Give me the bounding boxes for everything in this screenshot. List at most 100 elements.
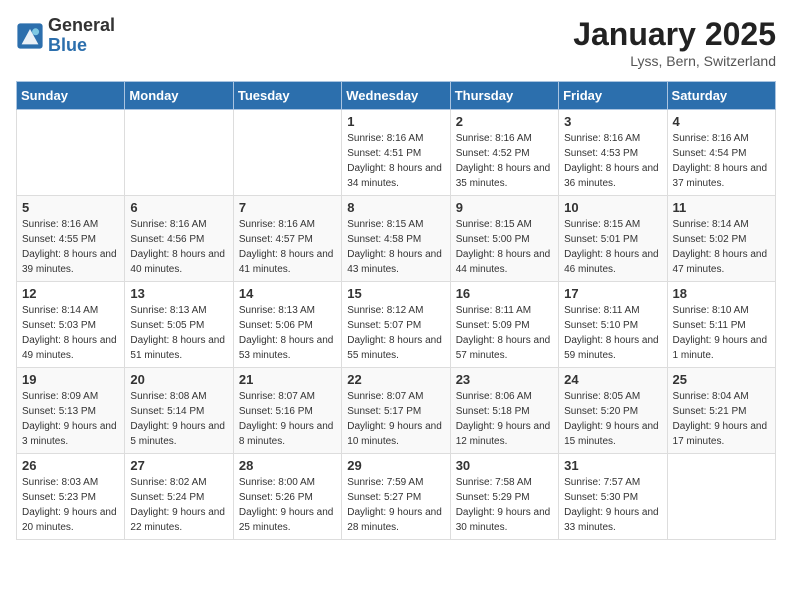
month-title: January 2025 [573, 16, 776, 53]
calendar-cell: 14 Sunrise: 8:13 AMSunset: 5:06 PMDayligh… [233, 282, 341, 368]
day-number: 31 [564, 458, 661, 473]
day-number: 30 [456, 458, 553, 473]
weekday-header: Monday [125, 82, 233, 110]
calendar-cell: 29 Sunrise: 7:59 AMSunset: 5:27 PMDayligh… [342, 454, 450, 540]
calendar-cell: 16 Sunrise: 8:11 AMSunset: 5:09 PMDayligh… [450, 282, 558, 368]
weekday-header: Sunday [17, 82, 125, 110]
day-number: 12 [22, 286, 119, 301]
calendar-cell: 28 Sunrise: 8:00 AMSunset: 5:26 PMDayligh… [233, 454, 341, 540]
day-info: Sunrise: 8:16 AMSunset: 4:51 PMDaylight:… [347, 131, 444, 191]
day-number: 19 [22, 372, 119, 387]
calendar-cell: 9 Sunrise: 8:15 AMSunset: 5:00 PMDaylight… [450, 196, 558, 282]
day-info: Sunrise: 8:14 AMSunset: 5:02 PMDaylight:… [673, 217, 770, 277]
day-number: 22 [347, 372, 444, 387]
day-info: Sunrise: 8:16 AMSunset: 4:57 PMDaylight:… [239, 217, 336, 277]
day-number: 13 [130, 286, 227, 301]
calendar-cell [233, 110, 341, 196]
day-info: Sunrise: 8:15 AMSunset: 5:00 PMDaylight:… [456, 217, 553, 277]
day-info: Sunrise: 8:07 AMSunset: 5:16 PMDaylight:… [239, 389, 336, 449]
day-number: 10 [564, 200, 661, 215]
calendar-cell: 12 Sunrise: 8:14 AMSunset: 5:03 PMDayligh… [17, 282, 125, 368]
day-number: 21 [239, 372, 336, 387]
calendar-cell: 21 Sunrise: 8:07 AMSunset: 5:16 PMDayligh… [233, 368, 341, 454]
weekday-header: Friday [559, 82, 667, 110]
calendar-cell: 15 Sunrise: 8:12 AMSunset: 5:07 PMDayligh… [342, 282, 450, 368]
day-info: Sunrise: 8:04 AMSunset: 5:21 PMDaylight:… [673, 389, 770, 449]
day-number: 28 [239, 458, 336, 473]
calendar-cell: 23 Sunrise: 8:06 AMSunset: 5:18 PMDayligh… [450, 368, 558, 454]
calendar-week-row: 26 Sunrise: 8:03 AMSunset: 5:23 PMDayligh… [17, 454, 776, 540]
day-number: 14 [239, 286, 336, 301]
day-number: 16 [456, 286, 553, 301]
day-number: 8 [347, 200, 444, 215]
calendar-cell: 3 Sunrise: 8:16 AMSunset: 4:53 PMDaylight… [559, 110, 667, 196]
day-number: 15 [347, 286, 444, 301]
day-info: Sunrise: 7:57 AMSunset: 5:30 PMDaylight:… [564, 475, 661, 535]
day-number: 23 [456, 372, 553, 387]
day-number: 25 [673, 372, 770, 387]
day-info: Sunrise: 8:06 AMSunset: 5:18 PMDaylight:… [456, 389, 553, 449]
weekday-header: Wednesday [342, 82, 450, 110]
calendar-cell: 18 Sunrise: 8:10 AMSunset: 5:11 PMDayligh… [667, 282, 775, 368]
calendar-week-row: 12 Sunrise: 8:14 AMSunset: 5:03 PMDayligh… [17, 282, 776, 368]
day-number: 27 [130, 458, 227, 473]
calendar-cell: 20 Sunrise: 8:08 AMSunset: 5:14 PMDayligh… [125, 368, 233, 454]
day-info: Sunrise: 8:05 AMSunset: 5:20 PMDaylight:… [564, 389, 661, 449]
calendar-cell: 26 Sunrise: 8:03 AMSunset: 5:23 PMDayligh… [17, 454, 125, 540]
day-info: Sunrise: 8:13 AMSunset: 5:05 PMDaylight:… [130, 303, 227, 363]
day-number: 29 [347, 458, 444, 473]
day-info: Sunrise: 8:07 AMSunset: 5:17 PMDaylight:… [347, 389, 444, 449]
logo-icon [16, 22, 44, 50]
calendar-cell: 1Sunrise: 8:16 AMSunset: 4:51 PMDaylight… [342, 110, 450, 196]
calendar-week-row: 19Sunrise: 8:09 AMSunset: 5:13 PMDayligh… [17, 368, 776, 454]
calendar-cell [667, 454, 775, 540]
day-number: 3 [564, 114, 661, 129]
calendar-cell: 25 Sunrise: 8:04 AMSunset: 5:21 PMDayligh… [667, 368, 775, 454]
logo-text: General Blue [48, 16, 115, 56]
logo: General Blue [16, 16, 115, 56]
weekday-header: Saturday [667, 82, 775, 110]
calendar-cell: 13 Sunrise: 8:13 AMSunset: 5:05 PMDayligh… [125, 282, 233, 368]
day-info: Sunrise: 8:03 AMSunset: 5:23 PMDaylight:… [22, 475, 119, 535]
day-number: 26 [22, 458, 119, 473]
logo-general: General [48, 16, 115, 36]
day-info: Sunrise: 8:16 AMSunset: 4:54 PMDaylight:… [673, 131, 770, 191]
day-number: 2 [456, 114, 553, 129]
day-info: Sunrise: 8:11 AMSunset: 5:09 PMDaylight:… [456, 303, 553, 363]
calendar-cell [125, 110, 233, 196]
title-section: January 2025 Lyss, Bern, Switzerland [573, 16, 776, 69]
day-number: 5 [22, 200, 119, 215]
calendar-table: SundayMondayTuesdayWednesdayThursdayFrid… [16, 81, 776, 540]
day-number: 9 [456, 200, 553, 215]
page-header: General Blue January 2025 Lyss, Bern, Sw… [16, 16, 776, 69]
day-info: Sunrise: 8:02 AMSunset: 5:24 PMDaylight:… [130, 475, 227, 535]
day-info: Sunrise: 8:14 AMSunset: 5:03 PMDaylight:… [22, 303, 119, 363]
day-info: Sunrise: 8:15 AMSunset: 4:58 PMDaylight:… [347, 217, 444, 277]
day-info: Sunrise: 8:16 AMSunset: 4:52 PMDaylight:… [456, 131, 553, 191]
logo-blue: Blue [48, 36, 115, 56]
day-info: Sunrise: 8:16 AMSunset: 4:56 PMDaylight:… [130, 217, 227, 277]
calendar-cell: 24Sunrise: 8:05 AMSunset: 5:20 PMDayligh… [559, 368, 667, 454]
day-number: 17 [564, 286, 661, 301]
day-number: 18 [673, 286, 770, 301]
day-number: 20 [130, 372, 227, 387]
day-info: Sunrise: 7:59 AMSunset: 5:27 PMDaylight:… [347, 475, 444, 535]
calendar-cell: 8 Sunrise: 8:15 AMSunset: 4:58 PMDaylight… [342, 196, 450, 282]
day-info: Sunrise: 8:16 AMSunset: 4:53 PMDaylight:… [564, 131, 661, 191]
day-info: Sunrise: 8:12 AMSunset: 5:07 PMDaylight:… [347, 303, 444, 363]
weekday-header-row: SundayMondayTuesdayWednesdayThursdayFrid… [17, 82, 776, 110]
day-info: Sunrise: 8:10 AMSunset: 5:11 PMDaylight:… [673, 303, 770, 363]
day-info: Sunrise: 8:00 AMSunset: 5:26 PMDaylight:… [239, 475, 336, 535]
day-info: Sunrise: 8:13 AMSunset: 5:06 PMDaylight:… [239, 303, 336, 363]
day-info: Sunrise: 8:15 AMSunset: 5:01 PMDaylight:… [564, 217, 661, 277]
day-number: 7 [239, 200, 336, 215]
weekday-header: Thursday [450, 82, 558, 110]
day-info: Sunrise: 8:11 AMSunset: 5:10 PMDaylight:… [564, 303, 661, 363]
day-info: Sunrise: 8:08 AMSunset: 5:14 PMDaylight:… [130, 389, 227, 449]
calendar-week-row: 5Sunrise: 8:16 AMSunset: 4:55 PMDaylight… [17, 196, 776, 282]
day-number: 6 [130, 200, 227, 215]
location: Lyss, Bern, Switzerland [573, 53, 776, 69]
calendar-week-row: 1Sunrise: 8:16 AMSunset: 4:51 PMDaylight… [17, 110, 776, 196]
calendar-cell: 30Sunrise: 7:58 AMSunset: 5:29 PMDayligh… [450, 454, 558, 540]
calendar-cell: 11Sunrise: 8:14 AMSunset: 5:02 PMDayligh… [667, 196, 775, 282]
